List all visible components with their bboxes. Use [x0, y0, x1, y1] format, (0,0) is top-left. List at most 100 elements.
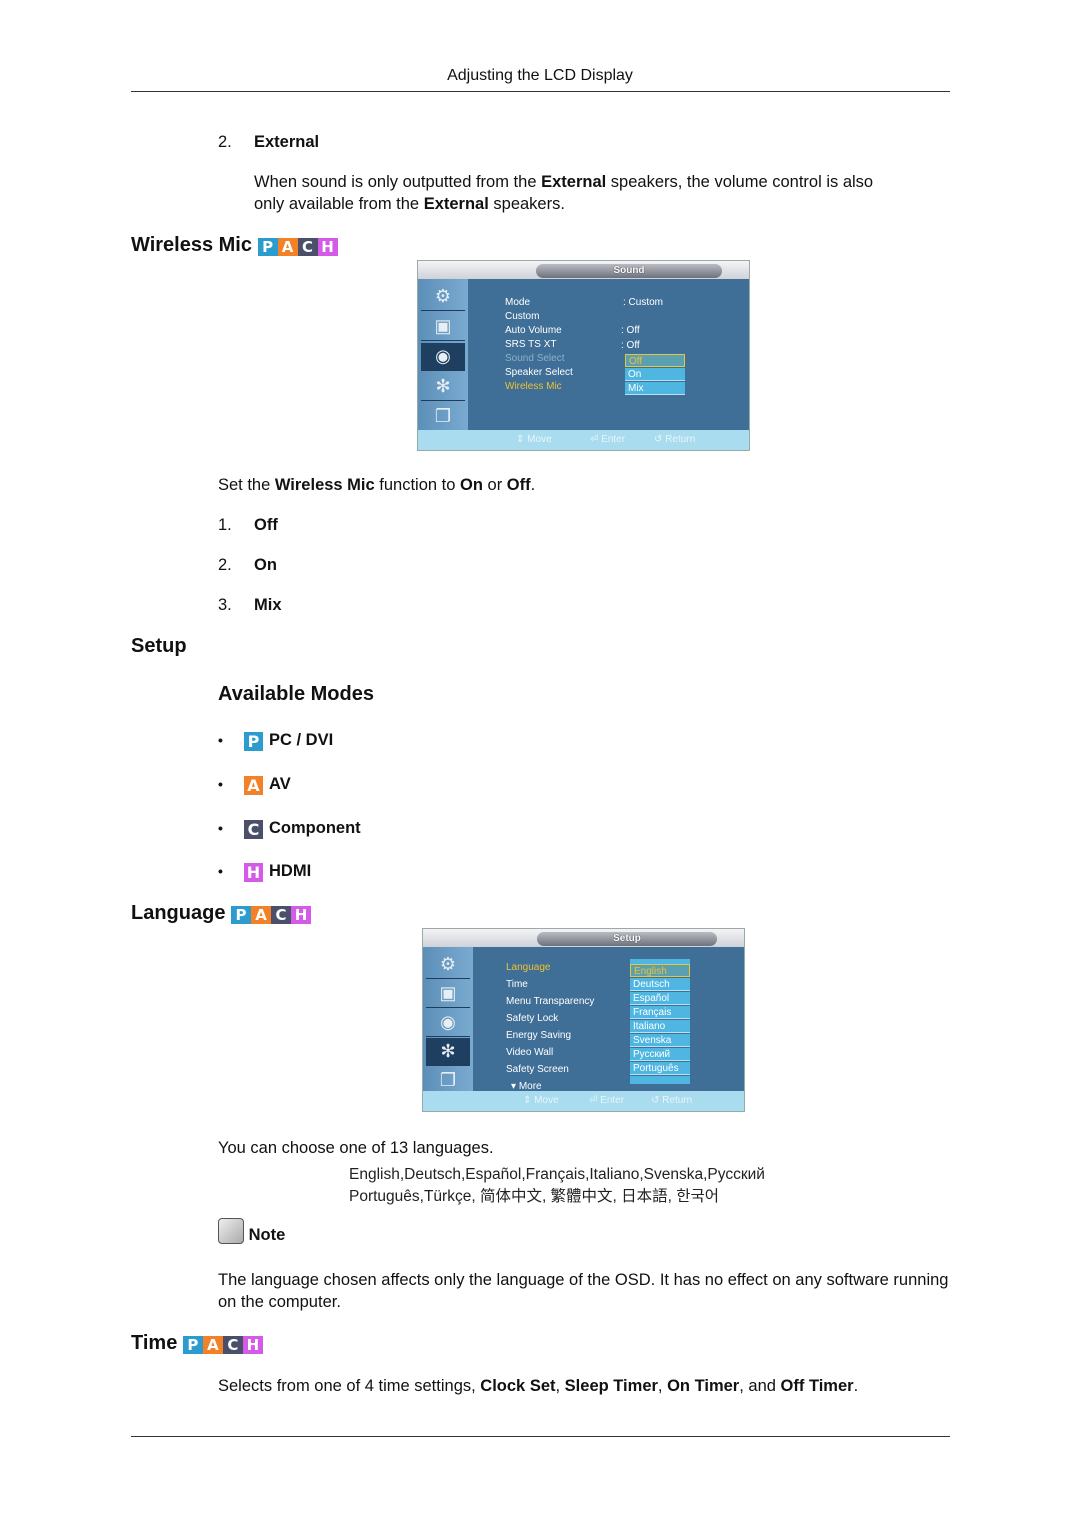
pach-badge-icon: PACH: [231, 906, 312, 924]
scroll-down-arrow-icon: [630, 1076, 690, 1084]
text-bold: Clock Set: [480, 1377, 556, 1395]
badge-p: P: [231, 906, 252, 924]
text-bold: Off: [506, 476, 531, 494]
text: function to: [374, 476, 461, 494]
osd-option: English: [630, 964, 690, 977]
osd-footer-enter: ⏎ Enter: [589, 1095, 625, 1106]
return-label: Return: [665, 434, 696, 445]
osd-footer-enter: ⏎ Enter: [590, 434, 626, 445]
move-label: Move: [527, 434, 552, 445]
time-heading: Time PACH: [131, 1332, 263, 1355]
badge-p: P: [257, 238, 278, 256]
mode-item-component: • C Component: [218, 817, 361, 839]
mode-item-hdmi: • H HDMI: [218, 860, 311, 882]
move-label: Move: [534, 1095, 559, 1106]
mode-item-av: • A AV: [218, 773, 291, 795]
languages-line-2: Português,Türkçe, 简体中文, 繁體中文, 日本語, 한국어: [349, 1188, 720, 1205]
text-bold: On: [460, 476, 483, 494]
list-label: On: [254, 556, 277, 574]
setup-osd-screenshot: Setup ⚙ ▣ ◉ ✻ ❐ Language Time Menu Trans…: [422, 928, 745, 1112]
badge-h: H: [242, 1336, 263, 1354]
mode-item-pc: • P PC / DVI: [218, 729, 333, 751]
text: .: [853, 1377, 859, 1395]
picture-icon: ▣: [426, 980, 470, 1008]
mode-c-icon: C: [244, 820, 263, 839]
bullet: •: [218, 732, 223, 748]
osd-option-mix: Mix: [625, 382, 685, 395]
bullet: •: [218, 776, 223, 792]
badge-h: H: [291, 906, 312, 924]
mode-h-icon: H: [244, 863, 263, 882]
list-number: 2.: [218, 556, 232, 574]
osd-footer: ⇕ Move ⏎ Enter ↺ Return: [418, 430, 749, 450]
return-label: Return: [662, 1095, 693, 1106]
note-label: Note: [248, 1226, 286, 1244]
input-icon: ⚙: [426, 951, 470, 979]
setup-icon: ✻: [421, 373, 465, 401]
header-rule: [131, 91, 950, 92]
picture-icon: ▣: [421, 313, 465, 341]
osd-option-on: On: [625, 368, 685, 381]
list-label: Off: [254, 516, 278, 534]
osd-option: Português: [630, 1062, 690, 1075]
pach-badge-icon: PACH: [182, 1336, 263, 1354]
input-icon: ⚙: [421, 283, 465, 311]
language-description: You can choose one of 13 languages.: [218, 1139, 494, 1157]
badge-c: C: [222, 1336, 243, 1354]
list-item-on: 2. On: [218, 554, 277, 576]
osd-item-custom: Custom: [505, 311, 540, 322]
osd-item-mode: Mode: [505, 297, 531, 308]
osd-item-srs: SRS TS XT: [505, 339, 557, 350]
osd-item-auto-volume: Auto Volume: [505, 325, 562, 336]
osd-sidebar: ⚙ ▣ ◉ ✻ ❐: [418, 279, 468, 434]
text: speakers.: [488, 195, 565, 213]
text: Selects from one of 4 time settings,: [218, 1377, 481, 1395]
sound-icon: ◉: [426, 1009, 470, 1037]
enter-label: Enter: [601, 434, 626, 445]
text: speakers, the volume control is also: [606, 173, 874, 191]
multi-control-icon: ❐: [421, 403, 465, 431]
osd-tab-title: Sound: [536, 264, 722, 278]
list-label: Mix: [254, 596, 282, 614]
osd-item-sound-select: Sound Select: [505, 353, 565, 364]
mode-label: AV: [269, 775, 291, 793]
text: ,: [555, 1377, 565, 1395]
note-block: Note: [218, 1218, 285, 1246]
wireless-mic-description: Set the Wireless Mic function to On or O…: [218, 474, 535, 496]
languages-list: English,Deutsch,Español,Français,Italian…: [349, 1164, 765, 1208]
osd-option: Deutsch: [630, 978, 690, 991]
setup-icon: ✻: [426, 1038, 470, 1066]
external-item: 2. External: [218, 131, 319, 153]
time-description: Selects from one of 4 time settings, Clo…: [218, 1375, 858, 1397]
text-bold: Wireless Mic: [274, 476, 375, 494]
osd-footer-move: ⇕ Move: [523, 1095, 559, 1106]
heading-text: Language: [131, 902, 226, 924]
text: , and: [739, 1377, 781, 1395]
sound-osd-screenshot: Sound ⚙ ▣ ◉ ✻ ❐ Mode : Custom Custom Aut…: [417, 260, 750, 451]
osd-footer-move: ⇕ Move: [516, 434, 552, 445]
mode-a-icon: A: [244, 776, 263, 795]
osd-option: Français: [630, 1006, 690, 1019]
osd-item-safety-lock: Safety Lock: [506, 1013, 559, 1024]
osd-item-video-wall: Video Wall: [506, 1047, 554, 1058]
enter-label: Enter: [600, 1095, 625, 1106]
osd-item-language: Language: [506, 962, 551, 973]
pach-badge-icon: PACH: [257, 238, 338, 256]
heading-text: Time: [131, 1332, 178, 1354]
badge-a: A: [277, 238, 298, 256]
osd-footer-return: ↺ Return: [654, 434, 696, 445]
list-number: 3.: [218, 596, 232, 614]
text-bold: External: [541, 173, 607, 191]
osd-option: Italiano: [630, 1020, 690, 1033]
mode-label: HDMI: [269, 862, 312, 880]
list-number: 1.: [218, 516, 232, 534]
osd-option: Svenska: [630, 1034, 690, 1047]
mode-label: PC / DVI: [269, 731, 334, 749]
osd-value-srs: : Off: [621, 340, 640, 351]
text-bold: Sleep Timer: [564, 1377, 658, 1395]
text: When sound is only outputted from the: [254, 173, 542, 191]
text: only available from the: [254, 195, 424, 213]
available-modes-heading: Available Modes: [218, 683, 374, 705]
external-number: 2.: [218, 133, 232, 151]
osd-option: Русский: [630, 1048, 690, 1061]
